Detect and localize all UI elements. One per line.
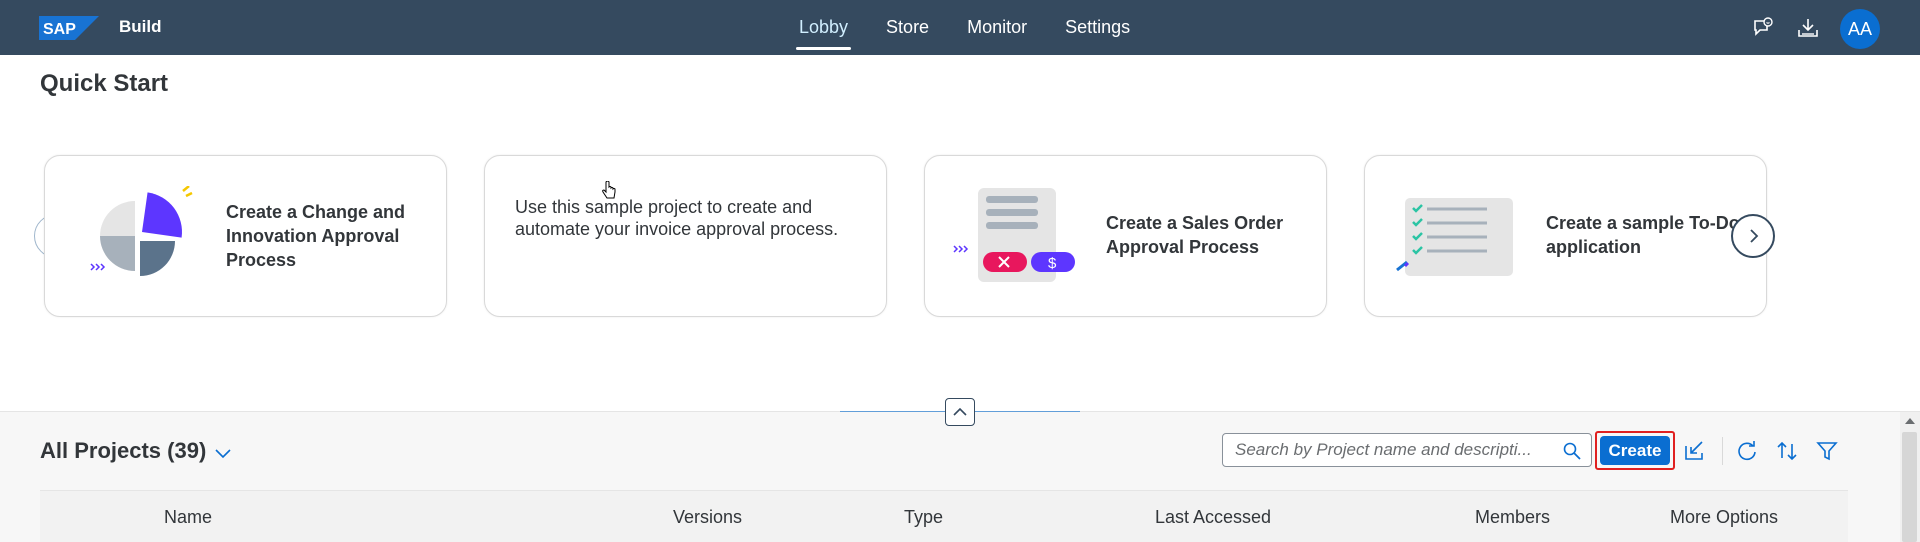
card-description: Use this sample project to create and au… [515, 197, 839, 239]
create-button[interactable]: Create [1600, 436, 1670, 465]
hand-cursor-icon [602, 181, 616, 199]
column-type[interactable]: Type [904, 507, 943, 528]
nav-monitor[interactable]: Monitor [948, 0, 1046, 55]
user-avatar[interactable]: AA [1840, 9, 1880, 49]
search-input[interactable] [1235, 439, 1545, 461]
column-last-accessed[interactable]: Last Accessed [1155, 507, 1271, 528]
nav-store[interactable]: Store [867, 0, 948, 55]
quick-start-card-change-innovation[interactable]: Create a Change and Innovation Approval … [44, 155, 447, 317]
approval-illustration: $ [953, 188, 1075, 282]
svg-text:SAP: SAP [43, 21, 76, 38]
import-icon[interactable] [1683, 440, 1705, 462]
shell-bar: SAP Build Lobby Store Monitor Settings A… [0, 0, 1920, 55]
column-name[interactable]: Name [164, 507, 212, 528]
svg-text:$: $ [1048, 255, 1057, 272]
feedback-icon[interactable] [1752, 17, 1774, 39]
nav-settings[interactable]: Settings [1046, 0, 1149, 55]
carousel-next-button[interactable] [1731, 214, 1775, 258]
card-title: Create a sample To-Do application [1546, 213, 1740, 257]
quick-start-card-todo[interactable]: Create a sample To-Do application [1364, 155, 1767, 317]
card-title: Create a Sales Order Approval Process [1106, 213, 1284, 257]
collapse-quick-start-button[interactable] [945, 398, 975, 426]
search-icon[interactable] [1563, 442, 1581, 460]
scrollbar-thumb[interactable] [1902, 432, 1917, 542]
sort-icon[interactable] [1776, 440, 1798, 462]
refresh-icon[interactable] [1736, 440, 1758, 462]
projects-table-header: Name Versions Type Last Accessed Members… [40, 490, 1848, 542]
product-name[interactable]: Build [119, 17, 162, 37]
nav-lobby[interactable]: Lobby [780, 0, 867, 55]
create-button-highlight: Create [1595, 431, 1675, 470]
card-title: Create a Change and Innovation Approval … [226, 202, 406, 270]
sap-logo[interactable]: SAP [39, 16, 99, 40]
main-navigation: Lobby Store Monitor Settings [780, 0, 1149, 55]
column-members[interactable]: Members [1475, 507, 1550, 528]
column-more-options[interactable]: More Options [1670, 507, 1778, 528]
download-icon[interactable] [1797, 17, 1819, 39]
chevron-right-icon [1750, 229, 1759, 243]
quick-start-title: Quick Start [40, 70, 169, 97]
column-versions[interactable]: Versions [673, 507, 742, 528]
checklist-illustration [1396, 198, 1513, 276]
quick-start-card-sales-order[interactable]: $ Create a Sales Order Approval Process [924, 155, 1327, 317]
chevron-down-icon[interactable] [214, 444, 232, 462]
chevron-up-icon [953, 407, 967, 416]
process-chart-illustration [90, 186, 193, 276]
quick-start-card-invoice-approval[interactable]: Use this sample project to create and au… [484, 155, 887, 317]
all-projects-title[interactable]: All Projects (39) [40, 438, 206, 464]
scroll-up-arrow-icon[interactable] [1905, 418, 1915, 424]
toolbar-separator [1722, 437, 1723, 465]
project-search-field[interactable] [1222, 433, 1592, 467]
filter-icon[interactable] [1816, 440, 1838, 462]
